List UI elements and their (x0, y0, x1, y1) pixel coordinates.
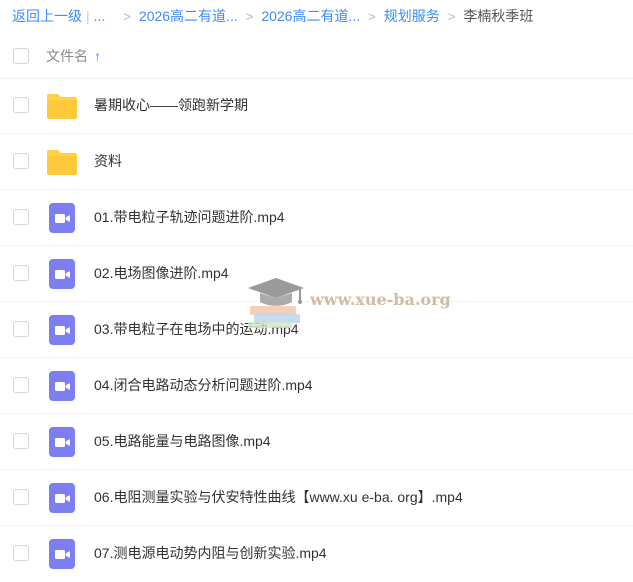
breadcrumb-ellipsis[interactable]: ... (94, 8, 106, 24)
file-name[interactable]: 03.带电粒子在电场中的运动.mp4 (94, 302, 299, 357)
breadcrumb-item[interactable]: 2026高二有道... (261, 6, 360, 26)
file-row[interactable]: 03.带电粒子在电场中的运动.mp4 (0, 302, 633, 358)
folder-icon (47, 94, 77, 119)
sort-arrow-icon: ↑ (94, 48, 101, 64)
row-checkbox[interactable] (13, 209, 29, 225)
breadcrumb-divider: | (86, 8, 90, 24)
file-list: 暑期收心——领跑新学期 资料 01.带电粒子轨迹问题进阶.mp4 02.电场图像… (0, 78, 633, 582)
file-row[interactable]: 02.电场图像进阶.mp4 (0, 246, 633, 302)
file-name[interactable]: 01.带电粒子轨迹问题进阶.mp4 (94, 190, 285, 245)
file-name[interactable]: 06.电阻测量实验与伏安特性曲线【www.xu e-ba. org】.mp4 (94, 470, 463, 525)
video-file-icon (49, 259, 75, 289)
file-name[interactable]: 04.闭合电路动态分析问题进阶.mp4 (94, 358, 313, 413)
file-row[interactable]: 07.测电源电动势内阻与创新实验.mp4 (0, 526, 633, 582)
file-list-header: 文件名 ↑ (0, 34, 633, 79)
row-checkbox[interactable] (13, 153, 29, 169)
breadcrumb-item[interactable]: 规划服务 (384, 6, 440, 26)
sort-by-name-header[interactable]: 文件名 ↑ (46, 46, 101, 66)
video-file-icon (49, 427, 75, 457)
row-checkbox[interactable] (13, 489, 29, 505)
breadcrumb-separator: > (368, 8, 376, 24)
breadcrumb: 返回上一级 | ... > 2026高二有道... > 2026高二有道... … (12, 0, 533, 32)
row-checkbox[interactable] (13, 321, 29, 337)
row-checkbox[interactable] (13, 265, 29, 281)
file-name[interactable]: 资料 (94, 134, 122, 189)
file-row[interactable]: 暑期收心——领跑新学期 (0, 78, 633, 134)
video-file-icon (49, 371, 75, 401)
row-checkbox[interactable] (13, 545, 29, 561)
file-name[interactable]: 02.电场图像进阶.mp4 (94, 246, 229, 301)
video-file-icon (49, 315, 75, 345)
video-file-icon (49, 483, 75, 513)
file-row[interactable]: 04.闭合电路动态分析问题进阶.mp4 (0, 358, 633, 414)
breadcrumb-separator: > (245, 8, 254, 24)
file-row[interactable]: 05.电路能量与电路图像.mp4 (0, 414, 633, 470)
breadcrumb-separator: > (123, 8, 131, 24)
file-name[interactable]: 07.测电源电动势内阻与创新实验.mp4 (94, 526, 327, 581)
breadcrumb-current: 李楠秋季班 (463, 8, 534, 24)
file-name[interactable]: 暑期收心——领跑新学期 (94, 78, 248, 133)
select-all-checkbox[interactable] (13, 48, 29, 64)
file-row[interactable]: 01.带电粒子轨迹问题进阶.mp4 (0, 190, 633, 246)
file-row[interactable]: 资料 (0, 134, 633, 190)
back-link[interactable]: 返回上一级 (12, 6, 82, 26)
file-row[interactable]: 06.电阻测量实验与伏安特性曲线【www.xu e-ba. org】.mp4 (0, 470, 633, 526)
video-file-icon (49, 539, 75, 569)
breadcrumb-item[interactable]: 2026高二有道... (139, 6, 238, 26)
column-label: 文件名 (46, 48, 88, 64)
row-checkbox[interactable] (13, 97, 29, 113)
video-file-icon (49, 203, 75, 233)
breadcrumb-separator: > (447, 8, 456, 24)
row-checkbox[interactable] (13, 377, 29, 393)
folder-icon (47, 150, 77, 175)
row-checkbox[interactable] (13, 433, 29, 449)
file-name[interactable]: 05.电路能量与电路图像.mp4 (94, 414, 271, 469)
